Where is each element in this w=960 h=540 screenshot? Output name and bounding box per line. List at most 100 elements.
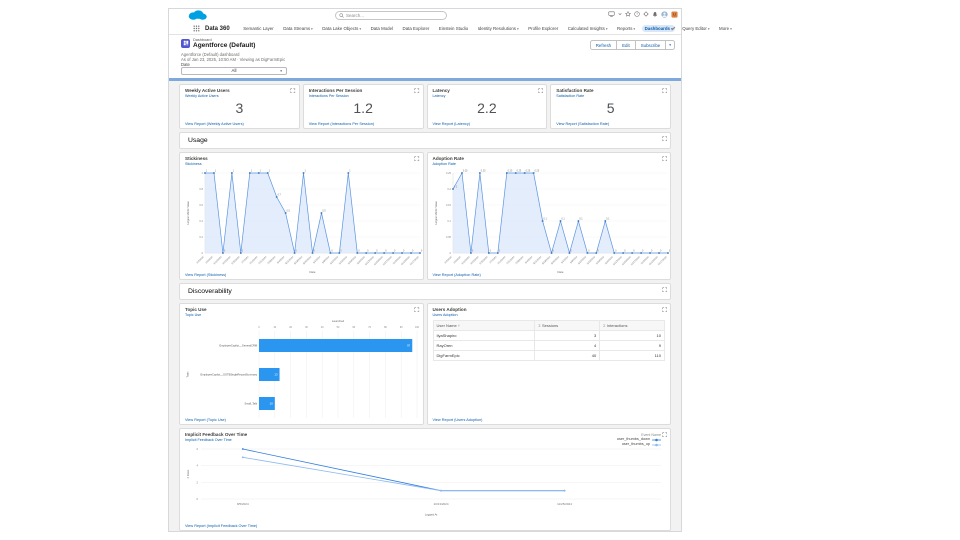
- nav-item-reports[interactable]: Reports ▾: [615, 25, 638, 32]
- expand-icon[interactable]: [414, 155, 420, 162]
- view-report-link[interactable]: View Report (Latency): [433, 122, 471, 126]
- nav-item-einstein-studio[interactable]: Einstein Studio: [436, 25, 470, 32]
- svg-text:0.2: 0.2: [199, 235, 203, 239]
- chart-subtitle-link[interactable]: Topic Use: [185, 313, 418, 317]
- nav-item-data-lake-objects[interactable]: Data Lake Objects ▾: [320, 25, 364, 32]
- column-header-user-name[interactable]: User Name ↑: [432, 319, 536, 331]
- help-icon[interactable]: ?: [634, 11, 640, 17]
- expand-icon[interactable]: [414, 306, 420, 313]
- expand-icon[interactable]: [414, 87, 420, 94]
- view-report-link[interactable]: View Report (Implicit Feedback Over Time…: [185, 524, 257, 528]
- svg-text:90: 90: [400, 326, 403, 329]
- chart-subtitle-link[interactable]: Users Adoption: [433, 313, 666, 317]
- svg-text:0.25: 0.25: [480, 169, 485, 172]
- expand-icon[interactable]: [661, 135, 668, 142]
- expand-icon[interactable]: [661, 87, 668, 94]
- chart-subtitle-link[interactable]: Adoption Rate: [433, 162, 666, 166]
- view-report-link[interactable]: View Report (Adoption Rate): [433, 273, 481, 277]
- svg-text:6/2/2024: 6/2/2024: [444, 255, 453, 264]
- subscribe-button[interactable]: Subscribe: [634, 40, 667, 50]
- refresh-button[interactable]: Refresh: [589, 40, 618, 50]
- nav-item-more[interactable]: More ▾: [717, 25, 735, 32]
- svg-text:Largest Metric Value: Largest Metric Value: [434, 200, 438, 224]
- svg-text:1: 1: [304, 169, 306, 172]
- svg-text:6/30/2024: 6/30/2024: [478, 255, 488, 265]
- expand-icon[interactable]: [538, 87, 544, 94]
- adoption_rate-chart: 00.050.10.150.20.250.20.2500.250 00.25 0.2…: [434, 169, 671, 273]
- expand-icon[interactable]: [661, 431, 668, 438]
- view-report-link[interactable]: View Report (Interactions Per Session): [309, 122, 374, 126]
- expand-icon[interactable]: [290, 87, 296, 94]
- chevron-down-icon: ▾: [311, 26, 313, 31]
- edit-button[interactable]: Edit: [616, 40, 636, 50]
- view-report-link[interactable]: View Report (Satisfaction Rate): [556, 122, 609, 126]
- svg-text:1: 1: [269, 169, 271, 172]
- nav-item-profile-explorer[interactable]: Profile Explorer: [526, 25, 561, 32]
- sum-icon: Σ: [603, 322, 607, 328]
- expand-icon[interactable]: [661, 155, 668, 162]
- svg-text:0.05: 0.05: [445, 235, 451, 239]
- view-report-link[interactable]: View Report (Weekly Active Users): [185, 122, 244, 126]
- discoverability-row: Topic Use Topic Use Launched 0 10 20 30 40 50 60 7…: [179, 303, 671, 425]
- nav-item-calculated-insights[interactable]: Calculated Insights ▾: [565, 25, 610, 32]
- chevron-down-icon[interactable]: [618, 12, 622, 16]
- svg-text:6/2/2024: 6/2/2024: [196, 255, 205, 264]
- svg-text:0: 0: [642, 249, 644, 252]
- metric-subtitle-link[interactable]: Latency: [433, 94, 542, 98]
- nav-item-data-explorer[interactable]: Data Explorer: [400, 25, 432, 32]
- nav-item-semantic-layer[interactable]: Semantic Layer: [241, 25, 277, 32]
- nav-item-data-streams[interactable]: Data Streams ▾: [281, 25, 316, 32]
- svg-text:20: 20: [289, 326, 292, 329]
- chart-title: Stickiness: [185, 156, 208, 161]
- setup-icon[interactable]: [643, 11, 649, 17]
- svg-text:6/30/2024: 6/30/2024: [231, 255, 241, 265]
- metric-subtitle-link[interactable]: Interactions Per Session: [309, 94, 418, 98]
- svg-text:11/25/2024: 11/25/2024: [557, 502, 572, 506]
- svg-text:8/25/2024: 8/25/2024: [550, 255, 560, 265]
- app-launcher-icon[interactable]: [193, 25, 200, 32]
- expand-icon[interactable]: [661, 286, 668, 293]
- metric-value: 2.2: [477, 99, 497, 116]
- nav-item-query-editor[interactable]: Query Editor ▾: [680, 25, 712, 32]
- user-name-cell: IlyaShapiro: [432, 329, 536, 341]
- nav-item-identity-resolutions[interactable]: Identity Resolutions ▾: [475, 25, 521, 32]
- metric-card-latency: Latency Latency 2.2 View Report (Latency): [426, 84, 548, 129]
- svg-text:Small_Talk: Small_Talk: [244, 401, 257, 405]
- svg-text:100: 100: [415, 326, 420, 329]
- svg-text:9/1/2024: 9/1/2024: [312, 255, 321, 264]
- user-avatar[interactable]: [661, 10, 668, 18]
- app-name: Data 360: [205, 25, 230, 32]
- edit-nav-pencil-icon[interactable]: [671, 26, 676, 31]
- svg-text:Logged At: Logged At: [425, 512, 438, 516]
- metric-subtitle-link[interactable]: Weekly Active Users: [185, 94, 294, 98]
- dashboard-body: Weekly Active Users Weekly Active Users 3 V…: [169, 81, 681, 531]
- section-title: Discoverability: [188, 288, 232, 295]
- more-actions-button[interactable]: ▾: [665, 40, 675, 50]
- chart-subtitle-link[interactable]: Stickiness: [185, 162, 418, 166]
- column-header-interactions[interactable]: Σ Interactions: [599, 319, 665, 331]
- view-report-link[interactable]: View Report (Users Adoption): [433, 418, 483, 422]
- column-header-sessions[interactable]: Σ Sessions: [534, 319, 601, 331]
- global-search-input[interactable]: Search...: [335, 11, 447, 20]
- svg-text:0: 0: [394, 249, 396, 252]
- chart-title: Topic Use: [185, 307, 207, 312]
- chevron-down-icon: ▾: [605, 26, 608, 31]
- astro-icon[interactable]: [671, 10, 678, 18]
- svg-text:10: 10: [273, 326, 276, 329]
- favorites-icon[interactable]: [625, 11, 631, 17]
- notifications-icon[interactable]: [652, 11, 658, 17]
- expand-icon[interactable]: [661, 306, 668, 313]
- metric-subtitle-link[interactable]: Satisfaction Rate: [556, 94, 665, 98]
- date-filter-select[interactable]: All ▾: [181, 66, 287, 75]
- global-header: Search... ? Data 360 Semantic Layer Data …: [169, 9, 732, 35]
- section-discoverability: Discoverability: [179, 283, 671, 300]
- screenshot-icon[interactable]: [608, 11, 615, 17]
- nav-item-data-model[interactable]: Data Model: [368, 25, 395, 32]
- table-row: IlyaShapiro 3 10: [432, 329, 665, 341]
- view-report-link[interactable]: View Report (Stickiness): [185, 273, 226, 277]
- metric-card-satisfaction-rate: Satisfaction Rate Satisfaction Rate 5 View …: [550, 84, 671, 129]
- svg-text:10: 10: [270, 401, 274, 405]
- primary-nav: Semantic Layer Data Streams ▾ Data Lake Obj…: [241, 25, 732, 32]
- view-report-link[interactable]: View Report (Topic Use): [185, 418, 226, 422]
- chart-subtitle-link[interactable]: Implicit Feedback Over Time: [185, 438, 665, 442]
